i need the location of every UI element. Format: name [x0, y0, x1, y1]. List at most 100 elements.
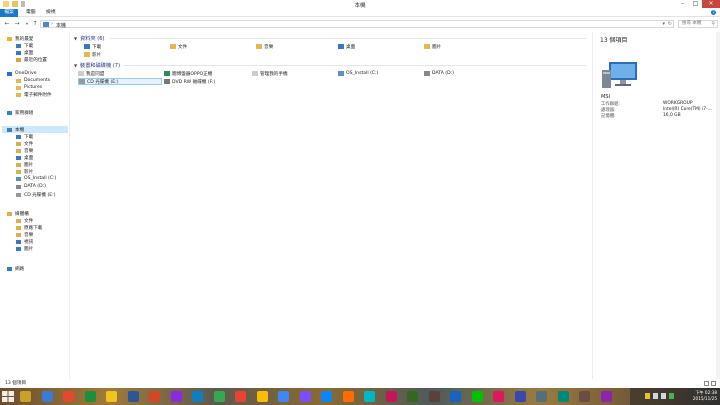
homegroup-icon [7, 110, 12, 115]
breadcrumb-this-pc[interactable]: 本機 [56, 22, 66, 29]
taskbar-app-icon[interactable] [385, 391, 397, 402]
sidebar-item[interactable]: 文件 [16, 140, 33, 147]
sidebar-item[interactable]: OS_Install (C:) [16, 175, 56, 182]
up-button[interactable]: ↑ [31, 20, 39, 28]
taskbar-app-icon[interactable] [428, 391, 440, 402]
battery-icon[interactable] [669, 393, 674, 399]
taskbar-app-icon[interactable] [106, 391, 117, 402]
sidebar-item[interactable]: 文件 [16, 217, 33, 224]
maximize-button[interactable]: □ [689, 0, 702, 8]
network-icon[interactable] [653, 393, 658, 399]
taskbar-app-icon[interactable] [579, 391, 590, 402]
sidebar-item[interactable]: 視訊 [16, 238, 33, 245]
content-item[interactable]: DATA (D:) [424, 70, 454, 77]
taskbar-app-icon[interactable] [63, 391, 74, 402]
content-item[interactable]: DVD RW 磁碟機 (F:) [164, 78, 215, 85]
sidebar-item[interactable]: Pictures [16, 84, 42, 91]
content-item[interactable]: 下載 [84, 43, 101, 50]
taskbar-app-icon[interactable] [450, 391, 461, 402]
address-bar[interactable]: › 本機 ▾ ↻ [40, 20, 674, 29]
taskbar-app-icon[interactable] [192, 391, 203, 402]
taskbar-app-icon[interactable] [514, 391, 526, 402]
taskbar-app-icon[interactable] [256, 391, 268, 402]
forward-button[interactable]: → [13, 20, 21, 28]
taskbar-app-icon[interactable] [20, 391, 31, 402]
sidebar-item[interactable]: 桌面 [16, 49, 33, 56]
taskbar-app-icon[interactable] [364, 391, 375, 402]
sidebar-item[interactable]: 我的最愛 [7, 35, 33, 42]
taskbar-app-icon[interactable] [407, 391, 418, 402]
sidebar-item[interactable]: 下載 [16, 133, 33, 140]
group-header-folders[interactable]: ▼ 資料夾 (6) [74, 34, 105, 42]
details-view-button[interactable] [704, 381, 709, 386]
clock[interactable]: 下午 02:38 2015/11/25 [693, 390, 717, 402]
taskbar-app-icon[interactable] [41, 391, 53, 402]
content-item[interactable]: 文件 [170, 43, 187, 50]
sidebar-item[interactable]: CD 光碟機 (E:) [16, 191, 55, 198]
taskbar-app-icon[interactable] [213, 391, 225, 402]
sidebar-item[interactable]: 桌面 [16, 154, 33, 161]
content-item[interactable]: 管理我的手機 [252, 70, 288, 77]
vertical-scrollbar[interactable] [716, 32, 720, 379]
large-icons-view-button[interactable] [711, 381, 716, 386]
content-item[interactable]: 圖博盤器OPPO正機 [164, 70, 212, 77]
sidebar-item[interactable]: 影片 [16, 168, 33, 175]
tab-file[interactable]: 檔案 [0, 9, 18, 17]
taskbar-app-icon[interactable] [493, 391, 504, 402]
taskbar-app-icon[interactable] [170, 391, 182, 402]
sidebar-item[interactable]: 音樂 [16, 231, 33, 238]
close-button[interactable]: × [702, 0, 720, 8]
group-header-devices[interactable]: ▼ 裝置和磁碟機 (7) [74, 61, 120, 69]
sidebar-item[interactable]: 電子郵件附件 [16, 91, 52, 98]
sidebar-item[interactable]: OneDrive [7, 70, 37, 77]
sidebar-item[interactable]: 媒體櫃 [7, 210, 29, 217]
help-icon[interactable]: ? [711, 10, 716, 15]
sidebar-item[interactable]: 圖片 [16, 161, 33, 168]
content-item-label: CD 光碟機 (E:) [87, 79, 119, 85]
content-item[interactable]: CD 光碟機 (E:) [78, 78, 162, 85]
sidebar-item[interactable]: 原廠下載 [16, 224, 42, 231]
search-input[interactable]: 搜尋 本機 ⚲ [678, 20, 718, 28]
content-item[interactable]: 桌面 [338, 43, 355, 50]
status-text: 13 個項目 [5, 381, 27, 386]
sidebar-item[interactable]: 最近的位置 [16, 56, 47, 63]
sidebar-item-label: 圖片 [24, 162, 34, 168]
taskbar-app-icon[interactable] [235, 391, 246, 402]
start-button[interactable] [1, 390, 15, 403]
taskbar-app-icon[interactable] [299, 391, 311, 402]
taskbar-app-icon[interactable] [278, 391, 289, 402]
taskbar-app-icon[interactable] [536, 391, 547, 402]
taskbar-app-icon[interactable] [84, 391, 96, 402]
content-item[interactable]: 影片 [84, 51, 101, 58]
tab-view[interactable]: 檢視 [42, 9, 60, 17]
content-item-label: 下載 [92, 44, 102, 50]
taskbar-app-icon[interactable] [471, 391, 483, 402]
content-item[interactable]: 音樂 [256, 43, 273, 50]
sidebar-item[interactable]: 本機 [2, 126, 68, 133]
minimize-button[interactable]: – [676, 0, 689, 8]
sidebar-item[interactable]: 家用群組 [7, 109, 33, 116]
tab-computer[interactable]: 電腦 [22, 9, 40, 17]
taskbar-app-icon[interactable] [149, 391, 160, 402]
taskbar-app-icon[interactable] [342, 391, 354, 402]
sidebar-item[interactable]: Documents [16, 77, 50, 84]
sidebar-item[interactable]: 圖片 [16, 245, 33, 252]
taskbar-app-icon[interactable] [127, 391, 139, 402]
refresh-icon[interactable]: ↻ [668, 21, 672, 27]
sidebar-item[interactable]: 下載 [16, 42, 33, 49]
back-button[interactable]: ← [3, 20, 11, 28]
sidebar-item[interactable]: 音樂 [16, 147, 33, 154]
sidebar-item[interactable]: DATA (D:) [16, 183, 46, 190]
taskbar-app-icon[interactable] [600, 391, 612, 402]
notification-icon[interactable] [645, 393, 650, 399]
content-item[interactable]: OS_Install (C:) [338, 70, 378, 77]
taskbar-app-icon[interactable] [321, 391, 332, 402]
content-item[interactable]: 圖片 [424, 43, 441, 50]
volume-icon[interactable] [661, 393, 666, 399]
content-item[interactable]: 我是同盟 [78, 70, 104, 77]
content-item-label: 管理我的手機 [260, 71, 288, 77]
chevron-down-icon[interactable]: ▾ [662, 21, 665, 27]
recent-locations-button[interactable]: ▾ [23, 20, 31, 28]
sidebar-item[interactable]: 網路 [7, 265, 24, 272]
taskbar-app-icon[interactable] [557, 391, 569, 402]
